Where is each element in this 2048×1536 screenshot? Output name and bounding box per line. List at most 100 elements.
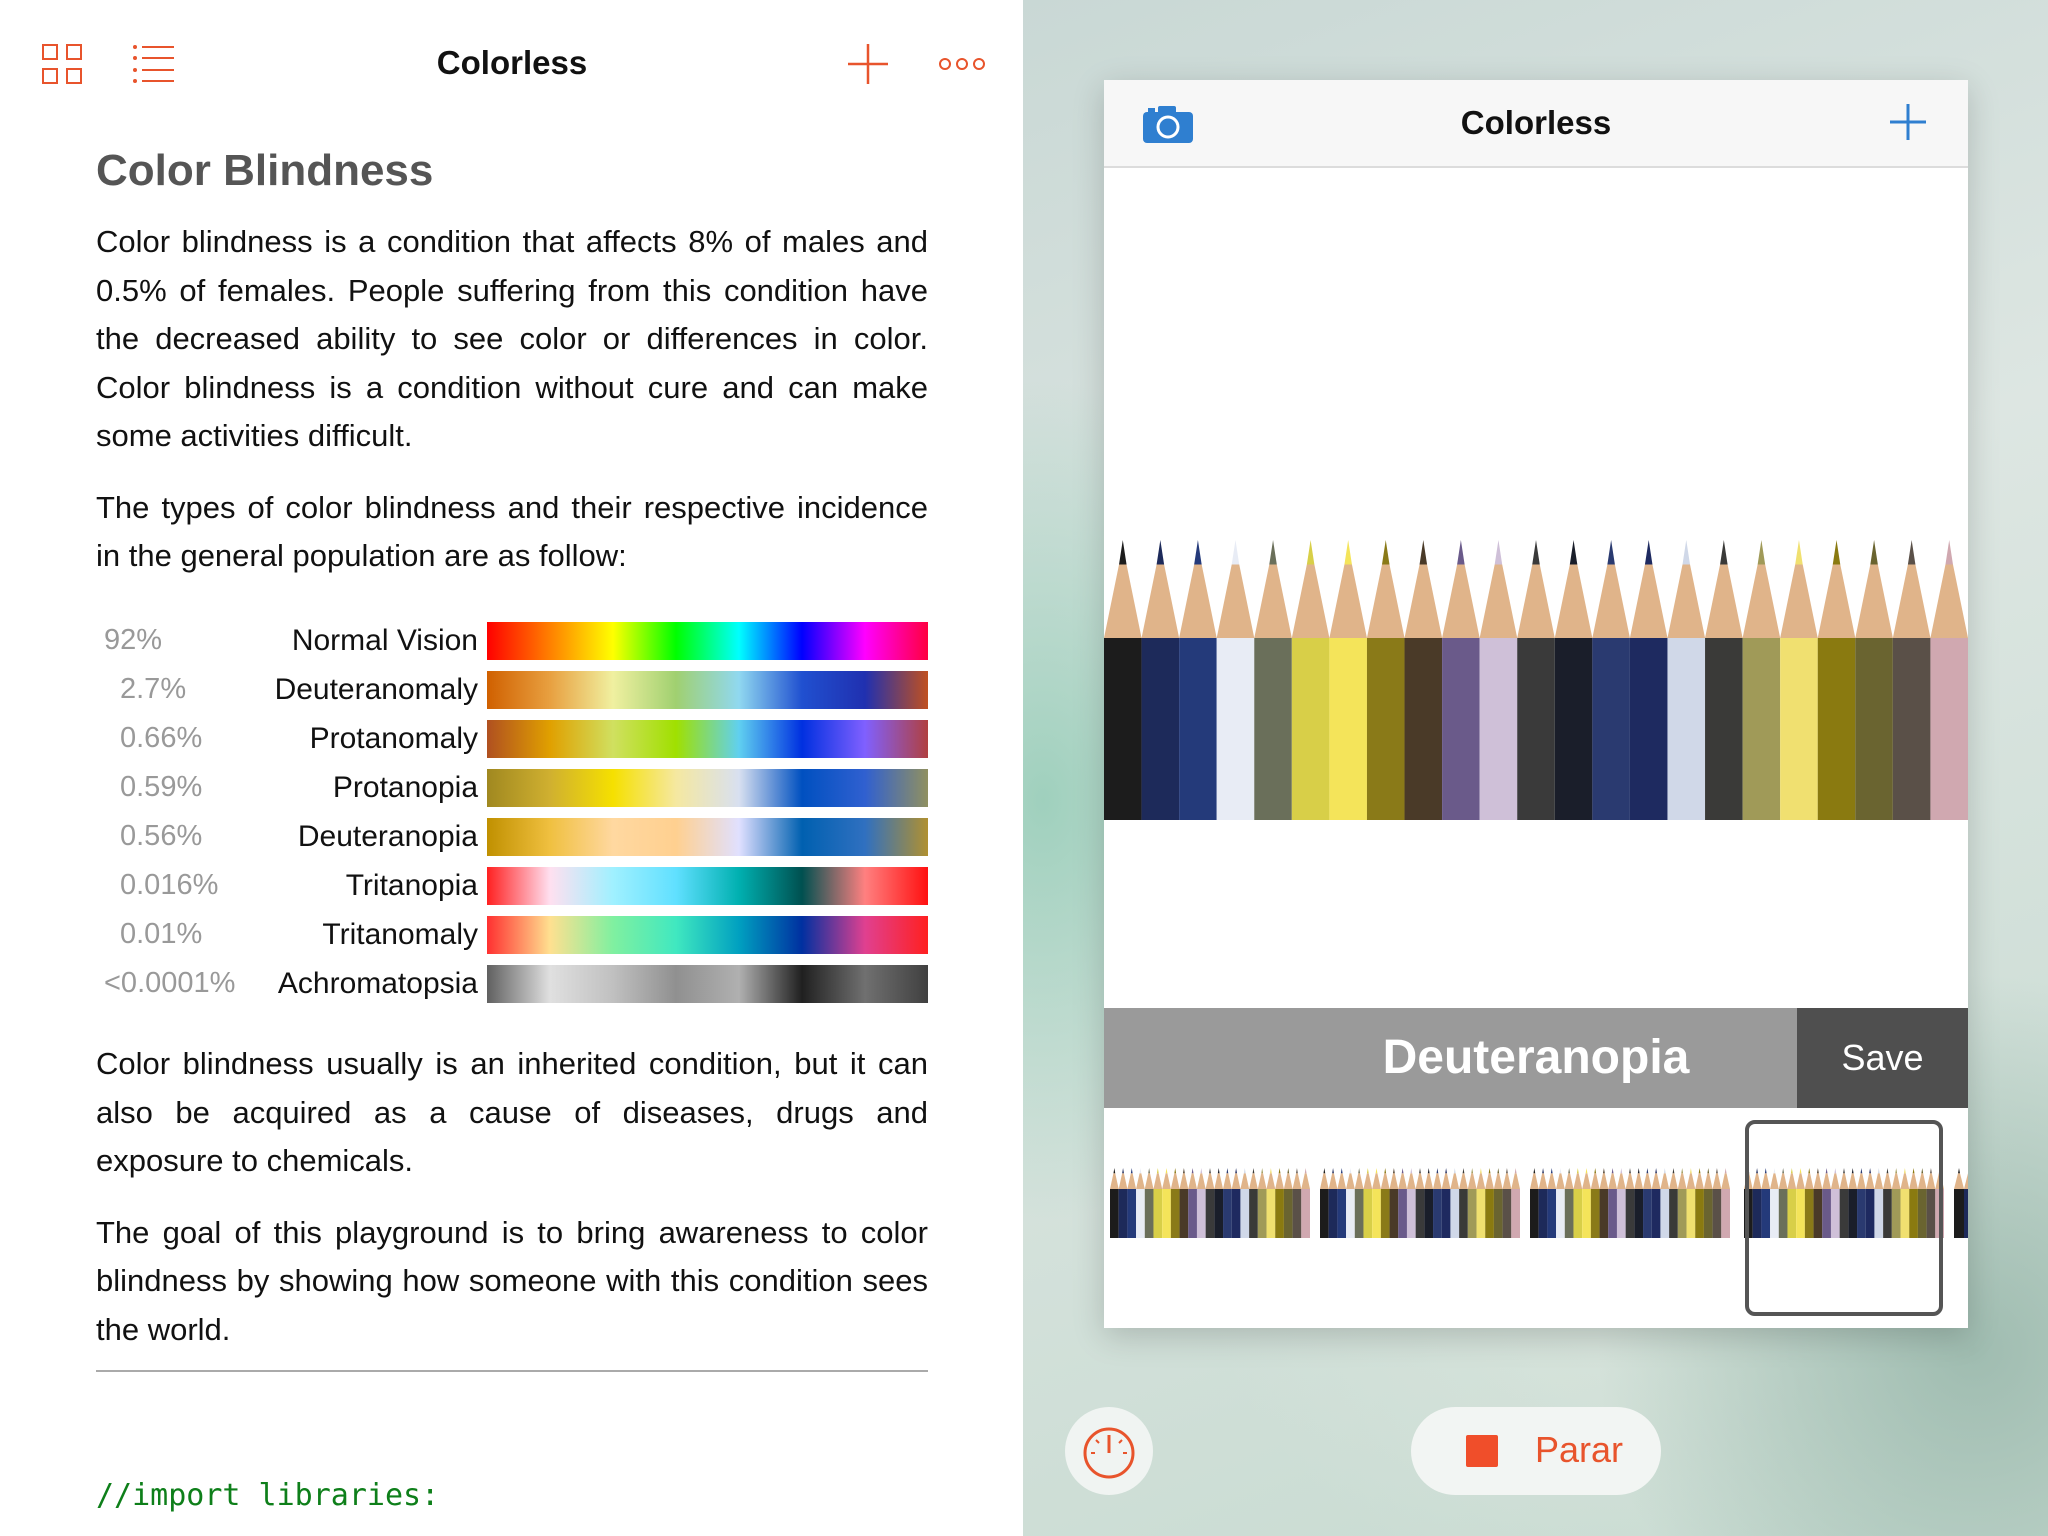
pencil-lead [1122,1168,1124,1174]
code-comment[interactable]: //import libraries: [96,1478,439,1513]
speed-button[interactable] [1065,1407,1153,1495]
pencil-lead [1569,540,1578,565]
pencil-lead [1870,540,1878,565]
pencil-wood [1196,1173,1206,1189]
pencil-body [1517,638,1555,820]
pencil-lead [1514,1168,1517,1174]
pencil-lead [1620,1168,1623,1174]
pencil-body [1104,638,1142,820]
pencil-wood [1354,1173,1364,1189]
pencil-body [1817,638,1856,820]
pencil-body [1479,638,1518,820]
pencil-wood [1667,564,1706,638]
pencil-lead [1323,1168,1326,1174]
app-window: Colorless Deuteranopia Save [1104,80,1968,1328]
pencil-wood [1538,1173,1548,1189]
pencil-body [1366,638,1405,820]
thumbnail-5[interactable] [1954,1168,1968,1238]
filter-thumbnails[interactable] [1104,1108,1968,1328]
cb-percentage: 0.016% [120,869,219,901]
thumbnail-1[interactable] [1110,1168,1310,1238]
pencil-wood [1930,564,1968,638]
pencil-lead [1568,1168,1570,1174]
cb-spectrum-bar [487,720,928,758]
pencil-lead [1156,1168,1159,1174]
pencil-body [1643,1189,1652,1238]
pencil-lead [1393,1168,1395,1174]
pencil-lead [1603,1168,1605,1174]
more-icon[interactable] [938,56,986,72]
add-photo-icon[interactable] [1888,102,1928,142]
pencil-body [1188,1189,1197,1238]
pencil-lead [1340,1168,1343,1174]
pencil-wood [1651,1173,1661,1189]
pencil-lead [1637,1168,1640,1174]
pencil-lead [1419,1168,1421,1174]
pencil-wood [1291,564,1330,638]
pencil-body [1363,1189,1373,1238]
pencil-wood [1257,1173,1267,1189]
pencil-wood [1162,1173,1171,1189]
pencil-lead [1488,1168,1491,1174]
pencil-wood [1110,1173,1119,1189]
thumbnail-2[interactable] [1320,1168,1520,1238]
pencil-body [1502,1189,1512,1238]
grid-icon[interactable] [42,44,82,84]
paragraph-types: The types of color blindness and their r… [96,489,928,574]
cb-row: 0.016% Tritanopia [96,865,928,914]
pencil-lead [1366,1168,1369,1174]
pencil-wood [1301,1173,1310,1189]
list-icon[interactable] [132,44,174,84]
pencil-lead [1410,1168,1413,1174]
stop-button[interactable]: Parar [1411,1407,1661,1495]
pencil-body [1616,1189,1626,1238]
pencil-lead [1682,540,1691,565]
pencil-body [1442,638,1480,820]
thumbnail-3[interactable] [1530,1168,1730,1238]
pencil-wood [1608,1173,1617,1189]
pencil-wood [1695,1173,1704,1189]
pencil-wood [1582,1173,1591,1189]
pencil-body [1651,1189,1661,1238]
pencil-wood [1404,564,1443,638]
pencil-body [1231,1189,1241,1238]
pencil-lead [1672,1168,1675,1174]
pencil-body [1705,638,1743,820]
pencil-lead [1720,540,1728,565]
pencil-lead [1375,1168,1378,1174]
pencil-wood [1406,1173,1416,1189]
pencil-wood [1564,1173,1574,1189]
pencil-wood [1320,1173,1329,1189]
pencil-body [1660,1189,1670,1238]
pencil-lead [1471,1168,1474,1174]
pencil-body [1590,1189,1600,1238]
save-button[interactable]: Save [1797,1008,1968,1108]
pencil-body [1337,1189,1347,1238]
pencil-body [1216,638,1255,820]
pencil-body [1328,1189,1338,1238]
pencil-body [1141,638,1180,820]
pencil-wood [1216,564,1255,638]
pencil-lead [1174,1168,1177,1174]
pencil-wood [1254,564,1292,638]
pencil-lead [1130,1168,1133,1174]
live-view-pane: Colorless Deuteranopia Save Parar [1023,0,2048,1536]
pencil-lead [1445,1168,1447,1174]
pencil-wood [1389,1173,1399,1189]
pencil-wood [1188,1173,1197,1189]
pencil-body [1398,1189,1407,1238]
pencil-body [1892,638,1931,820]
pencil-wood [1721,1173,1730,1189]
cb-type-name: Normal Vision [291,624,478,657]
pencil-body [1459,1189,1468,1238]
pencil-lead [1191,1168,1194,1174]
paragraph-goal: The goal of this playground is to bring … [96,1214,928,1347]
pencil-wood [1530,1173,1539,1189]
pencil-body [1291,638,1330,820]
pencil-wood [1249,1173,1258,1189]
pencil-lead [1278,1168,1281,1174]
pencil-lead [1716,1168,1718,1174]
pencil-lead [1113,1168,1116,1174]
plus-icon[interactable] [846,42,890,86]
pencil-wood [1742,564,1781,638]
